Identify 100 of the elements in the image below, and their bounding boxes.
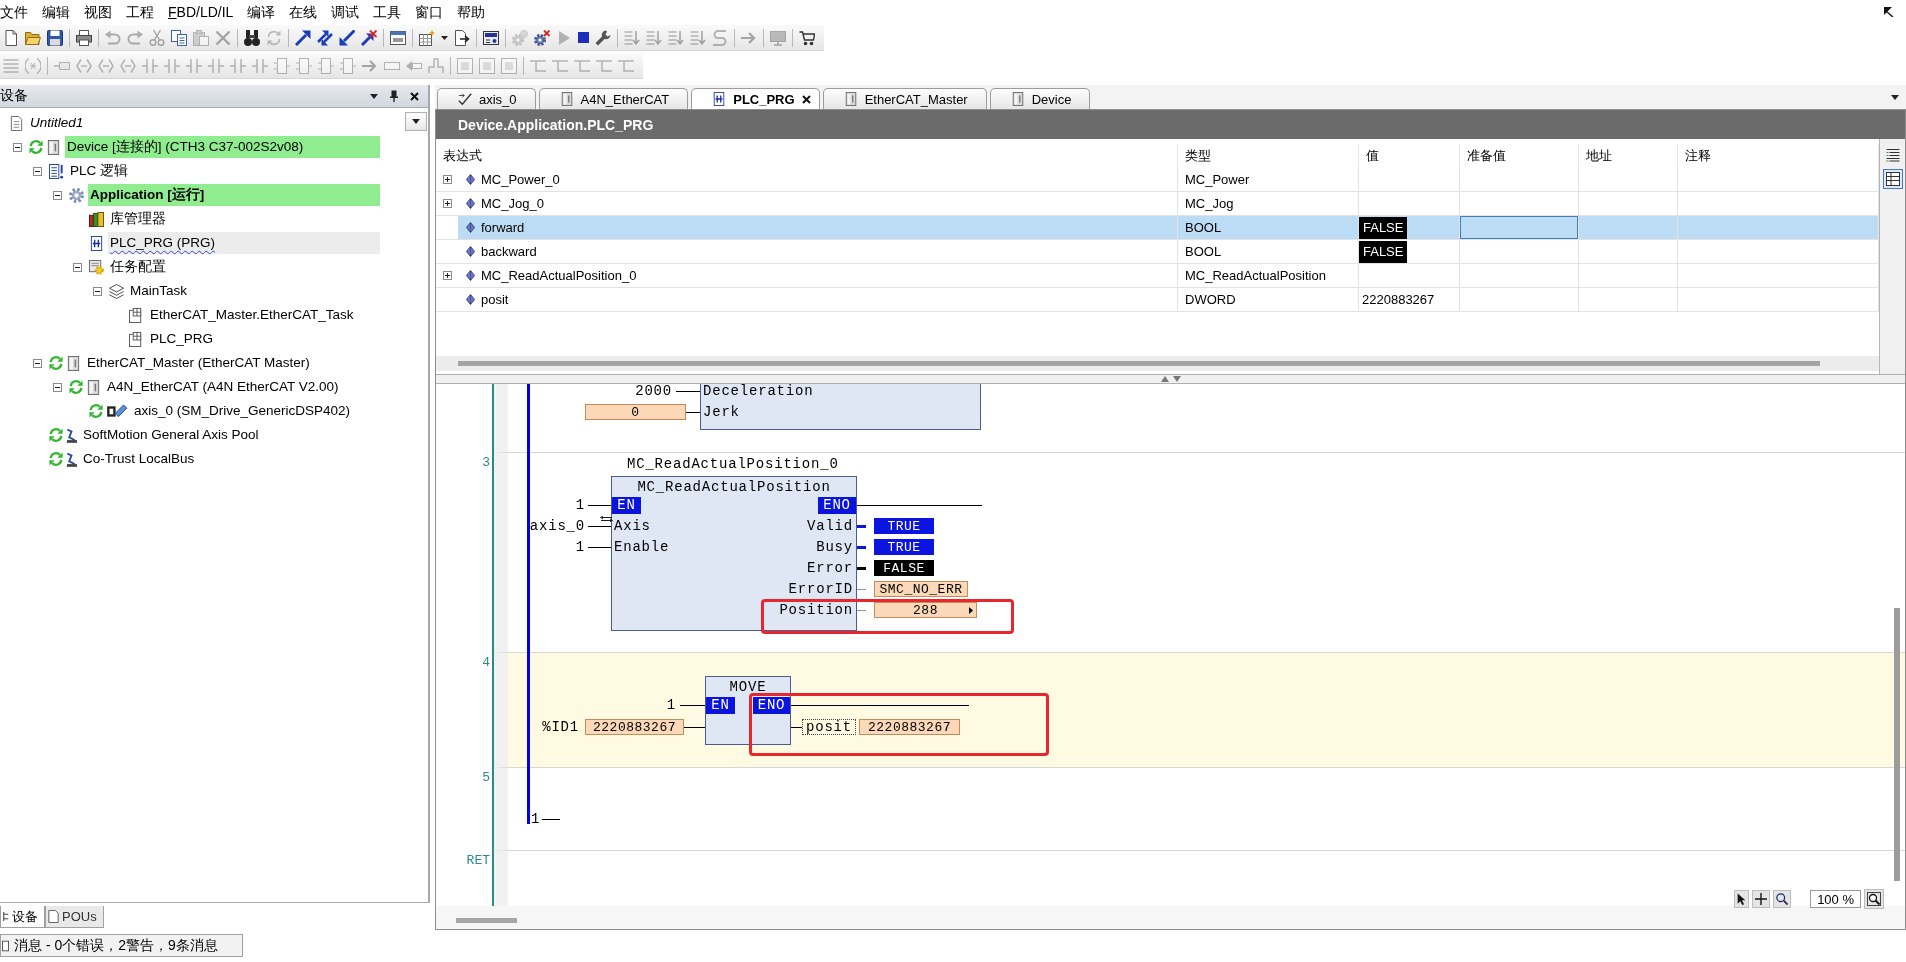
tree-item[interactable]: PLC_PRG bbox=[148, 328, 380, 350]
online-value[interactable]: 2220883267 bbox=[585, 719, 684, 735]
editor-tab[interactable]: axis_0 bbox=[437, 88, 536, 109]
function-block[interactable]: Deceleration Jerk bbox=[700, 384, 981, 430]
tree-item[interactable]: EtherCAT_Master (EtherCAT Master) bbox=[85, 352, 380, 374]
panel-icon[interactable] bbox=[483, 29, 499, 46]
menu-item[interactable]: 帮助 bbox=[450, 2, 493, 22]
tree-item[interactable]: MainTask bbox=[128, 280, 380, 302]
collapse-icon[interactable] bbox=[93, 286, 102, 296]
collapse-icon[interactable] bbox=[13, 142, 22, 152]
messages-button[interactable]: 消息 - 0个错误，2警告，9条消息 bbox=[0, 934, 243, 957]
menu-item[interactable]: 工具 bbox=[366, 2, 409, 22]
collapse-icon[interactable] bbox=[73, 262, 82, 272]
zoom-level-field[interactable]: 100 % bbox=[1810, 890, 1861, 908]
bool-value[interactable]: FALSE bbox=[874, 560, 934, 576]
output-variable[interactable]: posit bbox=[802, 719, 856, 735]
copy-icon[interactable] bbox=[171, 29, 187, 46]
scrollbar-thumb[interactable] bbox=[458, 361, 1820, 366]
bool-value[interactable]: TRUE bbox=[874, 539, 934, 555]
corner-arrow-icon[interactable] bbox=[1884, 7, 1894, 17]
splitter-arrows-icon[interactable] bbox=[1160, 376, 1181, 382]
close-icon[interactable] bbox=[410, 91, 419, 101]
new-page-icon[interactable] bbox=[3, 29, 19, 46]
collapse-icon[interactable] bbox=[53, 382, 62, 392]
editor-tab[interactable]: PLC_PRG bbox=[691, 88, 820, 109]
tree-item[interactable]: Device [连接的] (CTH3 C37-002S2v08) bbox=[65, 136, 380, 158]
panel-tab[interactable]: POUs bbox=[45, 906, 104, 928]
editor-tab[interactable]: EtherCAT_Master bbox=[822, 88, 987, 109]
move-cross-icon[interactable] bbox=[1752, 890, 1771, 908]
scrollbar-thumb[interactable] bbox=[456, 918, 517, 923]
menu-item[interactable]: 窗口 bbox=[408, 2, 451, 22]
tree-item[interactable]: A4N_EtherCAT (A4N EtherCAT V2.00) bbox=[105, 376, 380, 398]
menu-item[interactable]: 编辑 bbox=[35, 2, 77, 22]
online-value[interactable]: 288 bbox=[874, 602, 977, 618]
caret-icon[interactable] bbox=[1891, 95, 1899, 100]
folder-icon[interactable] bbox=[25, 29, 41, 46]
printer-icon[interactable] bbox=[76, 29, 92, 46]
expand-icon[interactable] bbox=[442, 199, 452, 208]
diagonal-arrow-icon[interactable] bbox=[295, 29, 311, 46]
function-block[interactable]: MC_ReadActualPosition EN ENO Axis Enable Valid Busy Error ErrorID Position bbox=[611, 476, 857, 631]
dropdown-button[interactable] bbox=[405, 112, 427, 131]
menu-item[interactable]: 编译 bbox=[240, 2, 283, 22]
window-icon[interactable] bbox=[390, 29, 406, 46]
view-toggle-button[interactable] bbox=[1882, 169, 1903, 189]
tree-item[interactable]: axis_0 (SM_Drive_GenericDSP402) bbox=[132, 400, 380, 422]
pointer-icon[interactable] bbox=[1734, 890, 1750, 908]
collapse-icon[interactable] bbox=[53, 190, 62, 200]
expand-icon[interactable] bbox=[442, 175, 452, 184]
binoculars-icon[interactable] bbox=[244, 29, 260, 46]
page-arrow-icon[interactable] bbox=[454, 29, 470, 46]
panel-tab[interactable]: 设备 bbox=[0, 906, 45, 928]
double-arrow-icon[interactable] bbox=[317, 29, 333, 46]
network-background[interactable]: 1 bbox=[494, 767, 1905, 850]
input-variable: axis_0 bbox=[528, 518, 585, 534]
tree-item[interactable]: 库管理器 bbox=[108, 208, 380, 230]
close-icon[interactable] bbox=[801, 94, 811, 104]
network-background[interactable]: MC_ReadActualPosition_0 MC_ReadActualPosition EN ENO Axis Enable Valid Busy Error ErrorID Position 1 axis_0 1 TRUE TRUE FALSE SMC_NO_ERR 288 bbox=[494, 452, 1905, 652]
menu-item[interactable]: 工程 bbox=[119, 2, 161, 22]
menu-item[interactable]: 调试 bbox=[324, 2, 367, 22]
expand-icon[interactable] bbox=[442, 271, 452, 280]
tree-item[interactable]: Co-Trust LocalBus bbox=[81, 448, 380, 470]
tree-item[interactable]: Application [运行] bbox=[88, 184, 380, 206]
zoom-icon[interactable] bbox=[1773, 890, 1792, 908]
tree-item[interactable]: Untitled1 bbox=[28, 112, 380, 134]
grid-sparkle-icon[interactable] bbox=[419, 29, 435, 46]
tree-item[interactable]: PLC_PRG (PRG) bbox=[108, 232, 380, 254]
menu-item[interactable]: 在线 bbox=[282, 2, 325, 22]
table-cell[interactable] bbox=[1460, 216, 1579, 239]
menu-item[interactable]: 文件 bbox=[0, 2, 35, 22]
pin-icon[interactable] bbox=[390, 90, 398, 102]
wire bbox=[857, 546, 866, 549]
wrench-icon[interactable] bbox=[595, 29, 611, 46]
collapse-icon[interactable] bbox=[33, 358, 42, 368]
caret-icon[interactable] bbox=[370, 93, 378, 99]
menu-item[interactable]: FBD/LD/IL bbox=[161, 2, 241, 22]
tree-item[interactable]: SoftMotion General Axis Pool bbox=[81, 424, 380, 446]
tree-item[interactable]: PLC 逻辑 bbox=[68, 160, 380, 182]
network-background[interactable]: MOVE 1 EN ENO %ID1 2220883267 posit 2220883267 bbox=[494, 652, 1905, 767]
cart-icon[interactable] bbox=[799, 29, 815, 46]
axis-icon bbox=[458, 92, 472, 106]
tree-item[interactable]: 任务配置 bbox=[108, 256, 380, 278]
arrow-cross-icon[interactable] bbox=[361, 29, 377, 46]
gear-document-icon bbox=[89, 259, 104, 275]
gears-cross-icon[interactable] bbox=[534, 29, 550, 46]
menu-item[interactable]: 视图 bbox=[77, 2, 119, 22]
editor-tab[interactable]: A4N_EtherCAT bbox=[538, 88, 689, 109]
editor-tab[interactable]: Device bbox=[989, 88, 1091, 109]
online-value[interactable]: 0 bbox=[585, 404, 686, 420]
online-value[interactable]: 2220883267 bbox=[859, 719, 960, 735]
bool-value[interactable]: TRUE bbox=[874, 518, 934, 534]
collapse-icon[interactable] bbox=[33, 166, 42, 176]
reverse-arrow-icon[interactable] bbox=[339, 29, 355, 46]
online-value[interactable]: SMC_NO_ERR bbox=[874, 581, 968, 597]
caret-icon[interactable] bbox=[441, 35, 448, 40]
tree-item[interactable]: EtherCAT_Master.EtherCAT_Task bbox=[148, 304, 380, 326]
table-row[interactable]: forward BOOL FALSE bbox=[458, 216, 1879, 239]
zoom-fit-icon[interactable] bbox=[1864, 889, 1884, 909]
pin-name: Axis bbox=[614, 518, 651, 534]
horizontal-scrollbar[interactable] bbox=[436, 356, 1879, 371]
scrollbar-thumb[interactable] bbox=[1894, 608, 1900, 881]
